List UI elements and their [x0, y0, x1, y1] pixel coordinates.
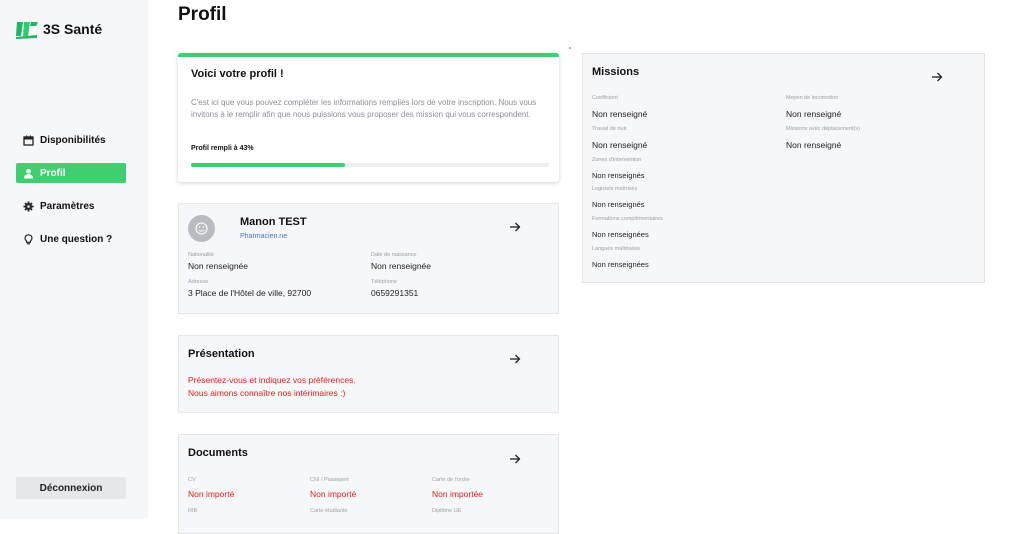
sidebar-item-label: Une question ?	[40, 233, 113, 245]
calendar-icon	[23, 135, 34, 146]
presentation-title: Présentation	[188, 348, 255, 360]
page-title: Profil	[178, 4, 227, 25]
card-accent-bar	[178, 53, 559, 57]
arrow-right-icon[interactable]	[509, 454, 521, 464]
sidebar-item-disponibilites[interactable]: Disponibilités	[16, 130, 126, 150]
sidebar-item-profil[interactable]: Profil	[16, 163, 126, 183]
brand-logo-icon	[16, 22, 38, 39]
profile-completion-card: Voici votre profil ! C'est ici que vous …	[178, 53, 559, 182]
presentation-prompt-line2: Nous aimons connaître nos intérimaires :…	[188, 388, 346, 398]
arrow-right-icon[interactable]	[509, 222, 521, 232]
travel-missions-value: Non renseigné	[786, 140, 842, 150]
zones-label: Zones d'intervention	[592, 157, 642, 163]
sidebar-item-label: Profil	[40, 167, 66, 179]
birthdate-label: Date de naissance	[371, 252, 417, 258]
locomotion-value: Non renseigné	[786, 109, 842, 119]
smile-icon	[195, 222, 208, 235]
divider-dot	[569, 47, 571, 49]
documents-title: Documents	[188, 447, 248, 459]
sidebar-item-parametres[interactable]: Paramètres	[16, 196, 126, 216]
progress-bar-fill	[191, 163, 345, 167]
diploma-label: Diplôme UE	[432, 508, 462, 514]
ordre-label: Carte de l'ordre	[432, 477, 470, 483]
logout-button[interactable]: Déconnexion	[16, 477, 126, 499]
user-icon	[23, 168, 34, 179]
cni-label: CNI / Passeport	[310, 477, 349, 483]
software-label: Logiciels maîtrisés	[592, 186, 638, 192]
zones-value: Non renseignés	[592, 171, 645, 180]
arrow-right-icon[interactable]	[509, 354, 521, 364]
brand-name: 3S Santé	[43, 21, 103, 37]
cni-value: Non importé	[310, 489, 357, 499]
travel-missions-label: Missions avec déplacement(s)	[786, 126, 860, 132]
trainings-value: Non renseignées	[592, 230, 649, 239]
welcome-title: Voici votre profil !	[191, 68, 284, 80]
progress-label: Profil rempli à 43%	[191, 145, 254, 152]
nationality-label: Nationalité	[188, 252, 214, 258]
missions-title: Missions	[592, 66, 640, 78]
nationality-value: Non renseignée	[188, 261, 249, 271]
presentation-prompt-line1: Présentez-vous et indiquez vos préférenc…	[188, 375, 356, 385]
night-work-value: Non renseigné	[592, 140, 648, 150]
student-card-label: Carte étudiante	[310, 508, 348, 514]
sidebar-nav: Disponibilités Profil Paramètres Une que…	[16, 130, 126, 262]
avatar	[188, 215, 215, 242]
profile-role-link[interactable]: Pharmacien.ne	[240, 233, 287, 240]
lightbulb-icon	[23, 233, 34, 245]
night-work-label: Travail de nuit	[592, 126, 627, 132]
gear-icon	[23, 201, 34, 212]
birthdate-value: Non renseignée	[371, 261, 432, 271]
identity-card[interactable]: Manon TEST Pharmacien.ne Nationalité Non…	[178, 203, 559, 314]
phone-value: 0659291351	[371, 288, 419, 298]
presentation-card[interactable]: Présentation Présentez-vous et indiquez …	[178, 335, 559, 413]
coefficient-value: Non renseigné	[592, 109, 648, 119]
coefficient-label: Coefficient	[592, 95, 618, 101]
documents-card[interactable]: Documents CV Non importé CNI / Passeport…	[178, 434, 559, 534]
sidebar: 3S Santé Disponibilités Profil Paramètre…	[0, 0, 148, 519]
software-value: Non renseignés	[592, 200, 645, 209]
languages-value: Non renseignées	[592, 260, 649, 269]
progress-bar	[191, 163, 549, 167]
missions-card[interactable]: Missions Coefficient Non renseigné Moyen…	[582, 53, 985, 283]
ordre-value: Non importée	[432, 489, 484, 499]
cv-value: Non importé	[188, 489, 235, 499]
sidebar-item-label: Disponibilités	[40, 134, 106, 146]
sidebar-item-question[interactable]: Une question ?	[16, 229, 126, 249]
languages-label: Langues maîtrisées	[592, 246, 640, 252]
sidebar-item-label: Paramètres	[40, 200, 95, 212]
locomotion-label: Moyen de locomotion	[786, 95, 839, 101]
address-label: Adresse	[188, 279, 209, 285]
profile-name: Manon TEST	[240, 216, 307, 228]
arrow-right-icon[interactable]	[931, 72, 943, 82]
cv-label: CV	[188, 477, 196, 483]
welcome-text: C'est ici que vous pouvez compléter les …	[191, 98, 537, 119]
trainings-label: Formations complémentaires	[592, 216, 663, 222]
address-value: 3 Place de l'Hôtel de ville, 92700	[188, 288, 312, 298]
brand-logo[interactable]: 3S Santé	[16, 19, 102, 39]
phone-label: Téléphone	[371, 279, 397, 285]
rib-label: RIB	[188, 508, 198, 514]
